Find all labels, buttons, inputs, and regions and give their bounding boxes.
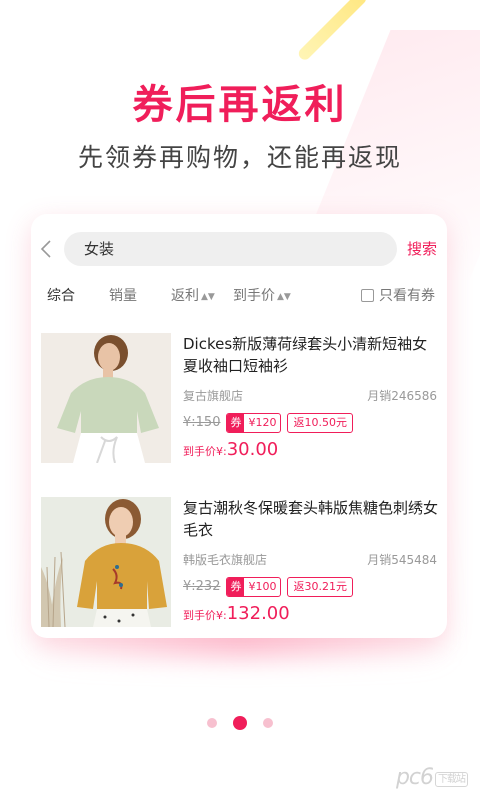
page-dot-active[interactable] (233, 716, 247, 730)
checkbox-icon[interactable] (361, 289, 374, 302)
shop-name: 复古旗舰店 (183, 389, 244, 403)
monthly-sales: 月销545484 (367, 553, 437, 567)
coupon-tag: 券 (227, 413, 245, 432)
page-headline: 券后再返利 (132, 82, 348, 128)
filter-final-price-label: 到手价 (233, 288, 275, 304)
product-list-item[interactable]: Dickes新版薄荷绿套头小清新短袖女夏收袖口短袖衫 复古旗舰店 月销24658… (31, 333, 447, 463)
sort-arrows-icon: ▲▼ (277, 292, 291, 302)
filter-rebate[interactable]: 返利 ▲▼ (171, 284, 215, 309)
page-dot[interactable] (207, 718, 217, 728)
page-indicator (0, 716, 480, 730)
final-price-value: 132.00 (226, 603, 290, 624)
product-list-item[interactable]: 复古潮秋冬保暖套头韩版焦糖色刺绣女毛衣 韩版毛衣旗舰店 月销545484 ¥:2… (31, 497, 447, 627)
final-price: 到手价¥:132.00 (183, 603, 290, 624)
filter-final-price[interactable]: 到手价 ▲▼ (233, 284, 291, 309)
final-price-label: 到手价¥: (183, 609, 227, 622)
final-price-label: 到手价¥: (183, 445, 227, 458)
watermark-logo: pc6 下载站 (396, 765, 468, 790)
search-button[interactable]: 搜索 (407, 232, 437, 266)
product-image[interactable] (41, 497, 171, 627)
original-price: ¥:232 (183, 579, 221, 594)
chevron-left-icon[interactable] (39, 238, 59, 260)
sort-arrows-icon: ▲▼ (201, 292, 215, 302)
watermark-text: pc6 (395, 765, 434, 790)
search-bar: 女装 搜索 (31, 232, 447, 266)
page-dot[interactable] (263, 718, 273, 728)
app-preview-card: 女装 搜索 综合 销量 返利 ▲▼ 到手价 ▲▼ 只看有券 Dickes新版薄荷绿套… (31, 214, 447, 638)
page-subline: 先领券再购物，还能再返现 (77, 143, 402, 172)
product-image[interactable] (41, 333, 171, 463)
coupon-badge[interactable]: 券 ¥120 (226, 412, 282, 433)
monthly-sales: 月销246586 (367, 389, 437, 403)
product-title[interactable]: Dickes新版薄荷绿套头小清新短袖女夏收袖口短袖衫 (183, 333, 441, 377)
coupon-tag: 券 (227, 577, 245, 596)
shop-name: 韩版毛衣旗舰店 (183, 553, 268, 567)
filter-only-coupon-label: 只看有券 (379, 288, 435, 304)
filter-rebate-label: 返利 (171, 288, 199, 304)
coupon-badge[interactable]: 券 ¥100 (226, 576, 282, 597)
rebate-badge: 返10.50元 (287, 412, 353, 433)
coupon-value: ¥120 (248, 415, 277, 429)
filter-sales[interactable]: 销量 (109, 284, 137, 308)
price-row: ¥:232 券 ¥100 返30.21元 (183, 576, 353, 597)
original-price: ¥:150 (183, 415, 221, 430)
rebate-badge: 返30.21元 (287, 576, 353, 597)
filter-only-coupon[interactable]: 只看有券 (361, 284, 435, 308)
search-input[interactable]: 女装 (64, 232, 397, 266)
final-price-value: 30.00 (226, 439, 279, 460)
final-price: 到手价¥:30.00 (183, 439, 278, 460)
background-stripe (296, 0, 369, 63)
product-title[interactable]: 复古潮秋冬保暖套头韩版焦糖色刺绣女毛衣 (183, 497, 441, 541)
price-row: ¥:150 券 ¥120 返10.50元 (183, 412, 353, 433)
filter-bar: 综合 销量 返利 ▲▼ 到手价 ▲▼ 只看有券 (31, 284, 447, 308)
filter-comprehensive[interactable]: 综合 (47, 284, 75, 308)
coupon-value: ¥100 (248, 579, 277, 593)
watermark-sub: 下载站 (435, 772, 468, 787)
